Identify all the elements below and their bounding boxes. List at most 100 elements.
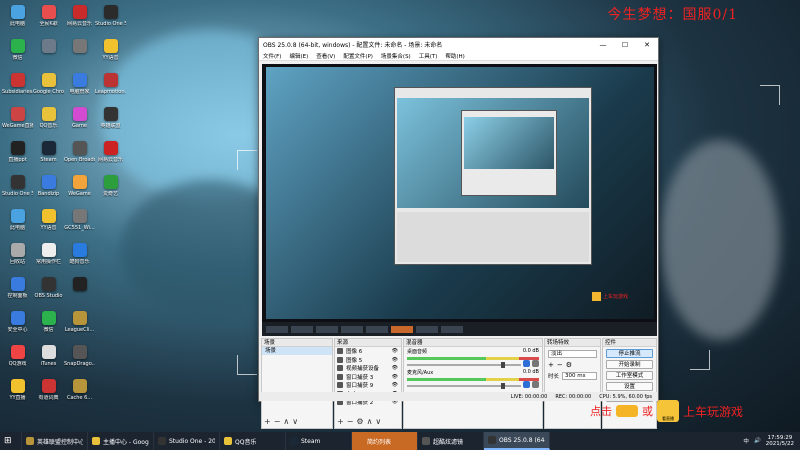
source-item[interactable]: 窗口捕获 9 👁 (335, 381, 401, 390)
scene-item[interactable]: 场景 (262, 347, 332, 355)
remove-transition-button[interactable]: − (557, 361, 563, 369)
desktop-icon[interactable]: 安全中心 (2, 308, 33, 342)
taskbar-app[interactable]: 英雄联盟控制中心 (22, 432, 88, 450)
taskbar-app[interactable]: 超酷炫滤镜 (418, 432, 484, 450)
desktop-icon[interactable]: 有道词典 (33, 376, 64, 410)
minimize-button[interactable]: — (592, 41, 614, 49)
desktop-icon[interactable]: YY语音 (33, 206, 64, 240)
stop-streaming-button[interactable]: 停止推流 (606, 349, 653, 358)
desktop-icon[interactable]: QQ音乐 (33, 104, 64, 138)
settings-button[interactable]: 设置 (606, 382, 653, 391)
desktop-icon[interactable]: 控制面板 (2, 274, 33, 308)
desktop-icon[interactable]: 酷狗音乐 (64, 240, 95, 274)
tv-icon-label: 看直播 (662, 416, 674, 421)
start-recording-button[interactable]: 开始录制 (606, 360, 653, 369)
menu-tools[interactable]: 工具(T) (415, 52, 442, 60)
desktop-icon[interactable]: OBS Studio (33, 274, 64, 308)
desktop-icon[interactable]: 爱奇艺 (95, 172, 126, 206)
maximize-button[interactable]: ☐ (614, 41, 636, 49)
desktop-icon[interactable]: Leapmotion... (95, 70, 126, 104)
eye-icon[interactable]: 👁 (392, 357, 398, 363)
desktop-icon[interactable]: YY语音 (95, 36, 126, 70)
scenes-dock: 场景 场景 +−∧∨ (261, 338, 333, 429)
source-item[interactable]: 窗口捕获 3 👁 (335, 373, 401, 382)
desktop-icon[interactable]: 直播ppt (2, 138, 33, 172)
volume-slider[interactable] (407, 383, 521, 389)
sources-toolbar[interactable]: +−⚙∧∨ (337, 417, 384, 426)
desktop-icon[interactable]: YY直播 (2, 376, 33, 410)
desktop-icon[interactable]: 微信 (33, 308, 64, 342)
source-item[interactable]: 视频捕获设备 👁 (335, 364, 401, 373)
desktop-icon[interactable]: WeGame直播... (2, 104, 33, 138)
volume-icon[interactable]: 🔊 (754, 438, 761, 444)
desktop-icon[interactable]: 电脑管家 (64, 70, 95, 104)
eye-icon[interactable]: 👁 (392, 374, 398, 380)
desktop-icon[interactable]: Google Chrome (33, 70, 64, 104)
menu-scene-collection[interactable]: 场景集合(S) (377, 52, 415, 60)
promo-click-text: 点击 (590, 405, 612, 418)
taskbar-app[interactable]: OBS 25.0.8 (64-bi... (484, 432, 550, 450)
source-item[interactable]: 图像 5 👁 (335, 356, 401, 365)
taskbar-app[interactable]: QQ音乐 (220, 432, 286, 450)
menu-edit[interactable]: 编辑(E) (285, 52, 312, 60)
source-item[interactable]: 图像 6 👁 (335, 347, 401, 356)
scenes-toolbar[interactable]: +−∧∨ (264, 417, 301, 426)
desktop-icon[interactable]: Cache 6... (64, 376, 95, 410)
app-icon (10, 379, 25, 393)
desktop-icon[interactable]: 网易云音乐 (95, 138, 126, 172)
desktop-icon[interactable]: 常用操作栏 (33, 240, 64, 274)
mute-icon[interactable] (523, 381, 530, 388)
desktop-icon[interactable]: 回收站 (2, 240, 33, 274)
desktop-icon[interactable]: 微信 (2, 36, 33, 70)
eye-icon[interactable]: 👁 (392, 382, 398, 388)
desktop-icon[interactable]: QQ游戏 (2, 342, 33, 376)
input-language[interactable]: 中 (743, 437, 749, 445)
eye-icon[interactable]: 👁 (392, 348, 398, 354)
desktop-icon-label: Leapmotion... (95, 89, 126, 95)
gear-icon[interactable]: ⚙ (566, 361, 572, 369)
menu-profile[interactable]: 配置文件(P) (339, 52, 377, 60)
desktop-icon[interactable]: Studio One 5 (95, 2, 126, 36)
desktop-icon[interactable]: Studio One 5 (2, 172, 33, 206)
volume-slider-handle[interactable] (501, 362, 505, 368)
desktop-icon[interactable]: 此电脑 (2, 206, 33, 240)
desktop-icon[interactable]: SnapDrago... (64, 342, 95, 376)
taskbar-app[interactable]: 简约列表 (352, 432, 418, 450)
desktop-icon[interactable]: Subsidiaries... (2, 70, 33, 104)
desktop-icon[interactable]: LeagueCli... (64, 308, 95, 342)
desktop-icon[interactable]: GC551_Wi... (64, 206, 95, 240)
volume-slider[interactable] (407, 362, 521, 368)
taskbar-app[interactable]: 主播中心 - Googl... (88, 432, 154, 450)
desktop-icon[interactable]: iTunes (33, 342, 64, 376)
mute-icon[interactable] (523, 360, 530, 367)
close-button[interactable]: ✕ (636, 41, 658, 49)
desktop-icon[interactable]: 网易云音乐 (64, 2, 95, 36)
volume-slider-handle[interactable] (501, 383, 505, 389)
eye-icon[interactable]: 👁 (392, 365, 398, 371)
duration-field[interactable]: 300 ms (562, 372, 597, 380)
add-transition-button[interactable]: + (548, 361, 554, 369)
desktop-icon[interactable]: Steam (33, 138, 64, 172)
desktop-icon[interactable]: WeGame (64, 172, 95, 206)
gear-icon[interactable] (532, 381, 539, 388)
clock[interactable]: 17:59:29 2021/5/22 (766, 435, 794, 447)
menu-help[interactable]: 帮助(H) (441, 52, 468, 60)
obs-window[interactable]: OBS 25.0.8 (64-bit, windows) - 配置文件: 未命名… (258, 37, 659, 429)
taskbar-app[interactable]: Steam (286, 432, 352, 450)
obs-preview[interactable]: 上车玩游戏 (262, 64, 657, 336)
desktop-icon[interactable]: 此电脑 (2, 2, 33, 36)
desktop-icon[interactable]: Bandizip (33, 172, 64, 206)
menu-file[interactable]: 文件(F) (259, 52, 285, 60)
gear-icon[interactable] (532, 360, 539, 367)
studio-mode-button[interactable]: 工作室模式 (606, 371, 653, 380)
desktop-icon[interactable]: 全民K歌 (33, 2, 64, 36)
start-button[interactable]: ⊞ (0, 432, 22, 450)
scenes-dock-title: 场景 (262, 339, 332, 347)
menu-view[interactable]: 查看(V) (312, 52, 339, 60)
taskbar-app[interactable]: Studio One - 202... (154, 432, 220, 450)
obs-titlebar[interactable]: OBS 25.0.8 (64-bit, windows) - 配置文件: 未命名… (259, 38, 658, 51)
transition-select[interactable]: 淡出 (548, 350, 597, 358)
desktop-icon[interactable]: Game (64, 104, 95, 138)
desktop-icon[interactable]: 英雄联盟 (95, 104, 126, 138)
desktop-icon[interactable]: Open Broadcast... (64, 138, 95, 172)
